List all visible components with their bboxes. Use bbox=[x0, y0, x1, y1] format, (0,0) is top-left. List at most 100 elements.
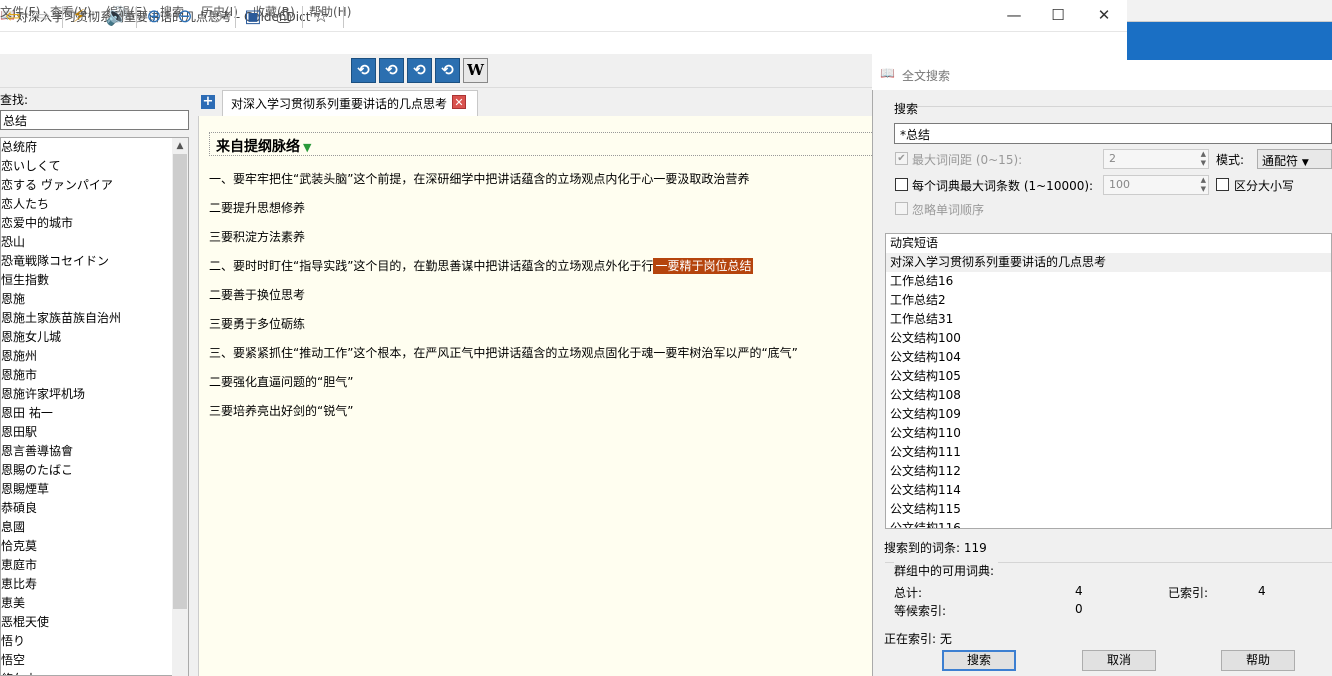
word-list-item[interactable]: 恩施土家族苗族自治州 bbox=[1, 309, 188, 328]
word-list-item[interactable]: 恐山 bbox=[1, 233, 188, 252]
result-item[interactable]: 工作总结2 bbox=[886, 291, 1331, 310]
help-button[interactable]: 帮助 bbox=[1221, 650, 1295, 671]
word-list-item[interactable]: 恩田 祐一 bbox=[1, 404, 188, 423]
word-list-item[interactable]: 恵比寿 bbox=[1, 575, 188, 594]
close-button[interactable]: ✕ bbox=[1081, 0, 1127, 32]
word-list-item[interactable]: 悟空 bbox=[1, 651, 188, 670]
word-list-item[interactable]: 恩施女儿城 bbox=[1, 328, 188, 347]
result-item[interactable]: 公文结构116 bbox=[886, 519, 1331, 528]
scrollbar-thumb[interactable] bbox=[173, 154, 187, 609]
found-label: 搜索到的词条: bbox=[884, 541, 961, 555]
max-distance-checkbox[interactable]: ✔ bbox=[895, 152, 908, 165]
back-icon[interactable]: ⇦ bbox=[0, 4, 26, 30]
word-list-item[interactable]: 恋する ヴァンパイア bbox=[1, 176, 188, 195]
word-list-item[interactable]: 息國 bbox=[1, 518, 188, 537]
result-item[interactable]: 动宾短语 bbox=[886, 234, 1331, 253]
result-item[interactable]: 对深入学习贯彻系列重要讲话的几点思考 bbox=[886, 253, 1331, 272]
word-list-item[interactable]: 恒生指數 bbox=[1, 271, 188, 290]
result-item[interactable]: 工作总结31 bbox=[886, 310, 1331, 329]
word-list-scrollbar[interactable]: ▲ bbox=[172, 138, 188, 676]
word-list-item[interactable]: 恶棍天使 bbox=[1, 613, 188, 632]
total-label: 总计: bbox=[894, 586, 923, 600]
spin-arrows-icon[interactable]: ▲ ▼ bbox=[1201, 150, 1206, 168]
total-value: 4 bbox=[1075, 584, 1083, 598]
result-item[interactable]: 公文结构108 bbox=[886, 386, 1331, 405]
word-list-item[interactable]: 悠久山 bbox=[1, 670, 188, 675]
tab-close-icon[interactable]: ✕ bbox=[452, 95, 466, 109]
article-line: 三要培养亮出好剑的“锐气” bbox=[209, 404, 354, 418]
result-item[interactable]: 公文结构104 bbox=[886, 348, 1331, 367]
word-list-item[interactable]: 恩施市 bbox=[1, 366, 188, 385]
result-item[interactable]: 公文结构100 bbox=[886, 329, 1331, 348]
result-item[interactable]: 公文结构115 bbox=[886, 500, 1331, 519]
word-list-item[interactable]: 恩賜のたばこ bbox=[1, 461, 188, 480]
cancel-button[interactable]: 取消 bbox=[1082, 650, 1156, 671]
max-articles-value: 100 bbox=[1109, 178, 1130, 191]
print-icon[interactable]: ⎙ bbox=[271, 4, 297, 30]
dictionary-button-1[interactable]: ⟲ bbox=[351, 58, 376, 83]
word-list-item[interactable]: 恵庭市 bbox=[1, 556, 188, 575]
zoom-reset-icon[interactable]: ⊙ bbox=[203, 4, 229, 30]
word-list-item[interactable]: 恩施许家坪机场 bbox=[1, 385, 188, 404]
word-list[interactable]: 总统府 恋いしくて 恋する ヴァンパイア 恋人たち 恋爱中的城市 恐山 恐竜戦隊コセイドン恒… bbox=[0, 137, 189, 676]
max-articles-spinbox[interactable]: 100 ▲ ▼ bbox=[1103, 175, 1209, 195]
search-button[interactable]: 搜索 bbox=[942, 650, 1016, 671]
magic-wand-icon[interactable]: ⚡ bbox=[66, 4, 92, 30]
result-item[interactable]: 公文结构109 bbox=[886, 405, 1331, 424]
star-icon[interactable]: ☆ bbox=[308, 4, 334, 30]
max-distance-value: 2 bbox=[1109, 152, 1116, 165]
word-list-item[interactable]: 恰克莫 bbox=[1, 537, 188, 556]
expand-triangle-icon[interactable]: ▼ bbox=[303, 141, 311, 154]
word-list-item[interactable]: 恋いしくて bbox=[1, 157, 188, 176]
mode-select[interactable]: 通配符 ▼ bbox=[1257, 149, 1332, 169]
word-list-item[interactable]: 恵美 bbox=[1, 594, 188, 613]
result-item[interactable]: 工作总结16 bbox=[886, 272, 1331, 291]
dialog-book-icon: 📖 bbox=[880, 66, 895, 80]
word-list-item[interactable]: 恩賜煙草 bbox=[1, 480, 188, 499]
minimize-button[interactable]: — bbox=[991, 0, 1037, 32]
dictionary-button-3[interactable]: ⟲ bbox=[407, 58, 432, 83]
word-list-item[interactable]: 恩言善導協會 bbox=[1, 442, 188, 461]
dictionary-button-2[interactable]: ⟲ bbox=[379, 58, 404, 83]
forward-icon[interactable]: ⇨ bbox=[30, 4, 56, 30]
word-list-item[interactable]: 恩施 bbox=[1, 290, 188, 309]
article-line-text: 二、要时时盯住“指导实践”这个目的，在勤思善谋中把讲话蕴含的立场观点外化于行 bbox=[209, 259, 654, 273]
save-icon[interactable]: ▣ bbox=[240, 4, 266, 30]
max-distance-spinbox[interactable]: 2 ▲ ▼ bbox=[1103, 149, 1209, 169]
word-list-item[interactable]: 恭碩良 bbox=[1, 499, 188, 518]
word-list-item[interactable]: 总统府 bbox=[1, 138, 188, 157]
word-list-item[interactable]: 恩施州 bbox=[1, 347, 188, 366]
article-line: 三要勇于多位砺练 bbox=[209, 317, 306, 331]
result-item[interactable]: 公文结构114 bbox=[886, 481, 1331, 500]
section-title[interactable]: 来自提纲脉络 ▼ bbox=[216, 136, 311, 156]
word-list-item[interactable]: 恋人たち bbox=[1, 195, 188, 214]
search-input[interactable] bbox=[0, 110, 189, 130]
results-list[interactable]: 动宾短语 对深入学习贯彻系列重要讲话的几点思考 工作总结16 工作总结2 工作总结31 公… bbox=[885, 233, 1332, 529]
speaker-icon[interactable]: 🔊 bbox=[104, 4, 130, 30]
result-item[interactable]: 公文结构112 bbox=[886, 462, 1331, 481]
toolbar-separator bbox=[302, 6, 303, 28]
zoom-out-icon[interactable]: ⊖ bbox=[172, 4, 198, 30]
wikipedia-button[interactable]: W bbox=[463, 58, 488, 83]
max-articles-label: 每个词典最大词条数 (1~10000): bbox=[912, 179, 1094, 193]
fts-query-input[interactable]: *总结 bbox=[894, 123, 1332, 144]
spin-arrows-icon[interactable]: ▲ ▼ bbox=[1201, 176, 1206, 194]
word-list-item[interactable]: 恐竜戦隊コセイドン bbox=[1, 252, 188, 271]
max-articles-checkbox[interactable] bbox=[895, 178, 908, 191]
tab-label: 对深入学习贯彻系列重要讲话的几点思考 bbox=[231, 97, 448, 111]
match-case-checkbox[interactable] bbox=[1216, 178, 1229, 191]
pending-label: 等候索引: bbox=[894, 604, 947, 618]
word-list-item[interactable]: 悟り bbox=[1, 632, 188, 651]
mode-label: 模式: bbox=[1216, 153, 1245, 167]
new-tab-button[interactable]: + bbox=[201, 95, 215, 109]
maximize-button[interactable]: ☐ bbox=[1035, 0, 1081, 32]
scroll-up-icon[interactable]: ▲ bbox=[172, 138, 188, 154]
ignore-order-checkbox[interactable] bbox=[895, 202, 908, 215]
dictionary-button-4[interactable]: ⟲ bbox=[435, 58, 460, 83]
word-list-item[interactable]: 恩田駅 bbox=[1, 423, 188, 442]
result-item[interactable]: 公文结构111 bbox=[886, 443, 1331, 462]
word-list-item[interactable]: 恋爱中的城市 bbox=[1, 214, 188, 233]
zoom-in-icon[interactable]: ⊕ bbox=[141, 4, 167, 30]
result-item[interactable]: 公文结构110 bbox=[886, 424, 1331, 443]
result-item[interactable]: 公文结构105 bbox=[886, 367, 1331, 386]
